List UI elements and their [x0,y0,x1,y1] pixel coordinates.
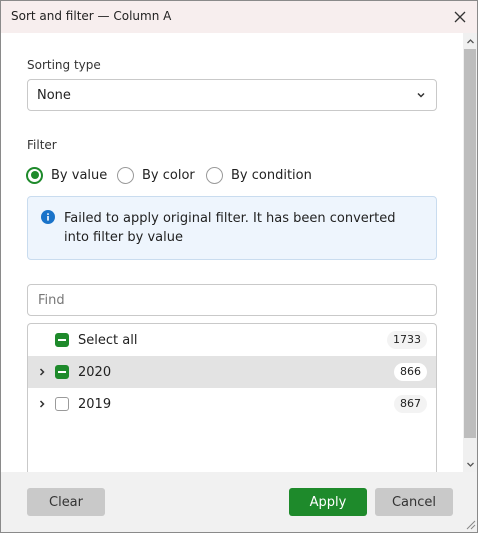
chevron-right-icon[interactable] [37,399,47,409]
chevron-right-icon[interactable] [37,367,47,377]
chevron-up-icon [466,38,474,43]
radio-by-value[interactable]: By value [26,165,107,185]
radio-circle [206,166,223,184]
scroll-up-button[interactable] [464,35,476,47]
radio-by-color[interactable]: By color [117,165,195,185]
select-all-checkbox[interactable] [55,333,69,347]
radio-by-value-label: By value [51,167,108,183]
dialog-footer: Clear Apply Cancel [1,472,477,532]
close-icon [454,11,466,23]
sorting-type-dropdown[interactable]: None [27,79,437,111]
close-button[interactable] [447,5,473,29]
dialog-body: Sorting type None Filter By value By col… [1,33,463,472]
info-banner: Failed to apply original filter. It has … [27,196,437,260]
find-input[interactable] [27,284,437,316]
chevron-down-icon [417,92,425,98]
sort-filter-dialog: Sort and filter — Column A Sorting type … [0,0,478,533]
list-item-label: 2019 [78,397,112,412]
list-item-label: 2020 [78,365,112,380]
item-checkbox[interactable] [55,397,69,411]
value-list: Select all 1733 2020 866 2019 867 [27,323,437,472]
count-badge: 866 [394,363,427,381]
cancel-button[interactable]: Cancel [375,488,453,516]
count-badge: 1733 [387,331,427,349]
apply-button[interactable]: Apply [289,488,367,516]
resize-grip-icon[interactable] [463,517,477,531]
item-checkbox[interactable] [55,365,69,379]
info-message: Failed to apply original filter. It has … [64,211,396,245]
list-item-2020[interactable]: 2020 866 [28,356,436,388]
filter-label: Filter [27,138,57,152]
radio-by-condition[interactable]: By condition [206,165,312,185]
clear-button[interactable]: Clear [27,488,105,516]
list-item-2019[interactable]: 2019 867 [28,388,436,420]
scrollbar-thumb[interactable] [464,49,476,438]
sorting-type-label: Sorting type [27,58,101,72]
sorting-type-value: None [37,88,71,103]
info-icon [41,210,55,224]
radio-by-color-label: By color [142,167,195,183]
vertical-scrollbar[interactable] [463,33,477,472]
radio-by-condition-label: By condition [231,167,312,183]
list-item-label: Select all [78,333,138,348]
list-item-select-all[interactable]: Select all 1733 [28,324,436,356]
radio-circle [117,166,134,184]
count-badge: 867 [394,395,427,413]
chevron-down-icon [466,462,474,467]
dialog-title: Sort and filter — Column A [11,9,172,23]
radio-circle [26,166,43,184]
scroll-down-button[interactable] [464,458,476,470]
title-bar[interactable]: Sort and filter — Column A [1,1,477,33]
